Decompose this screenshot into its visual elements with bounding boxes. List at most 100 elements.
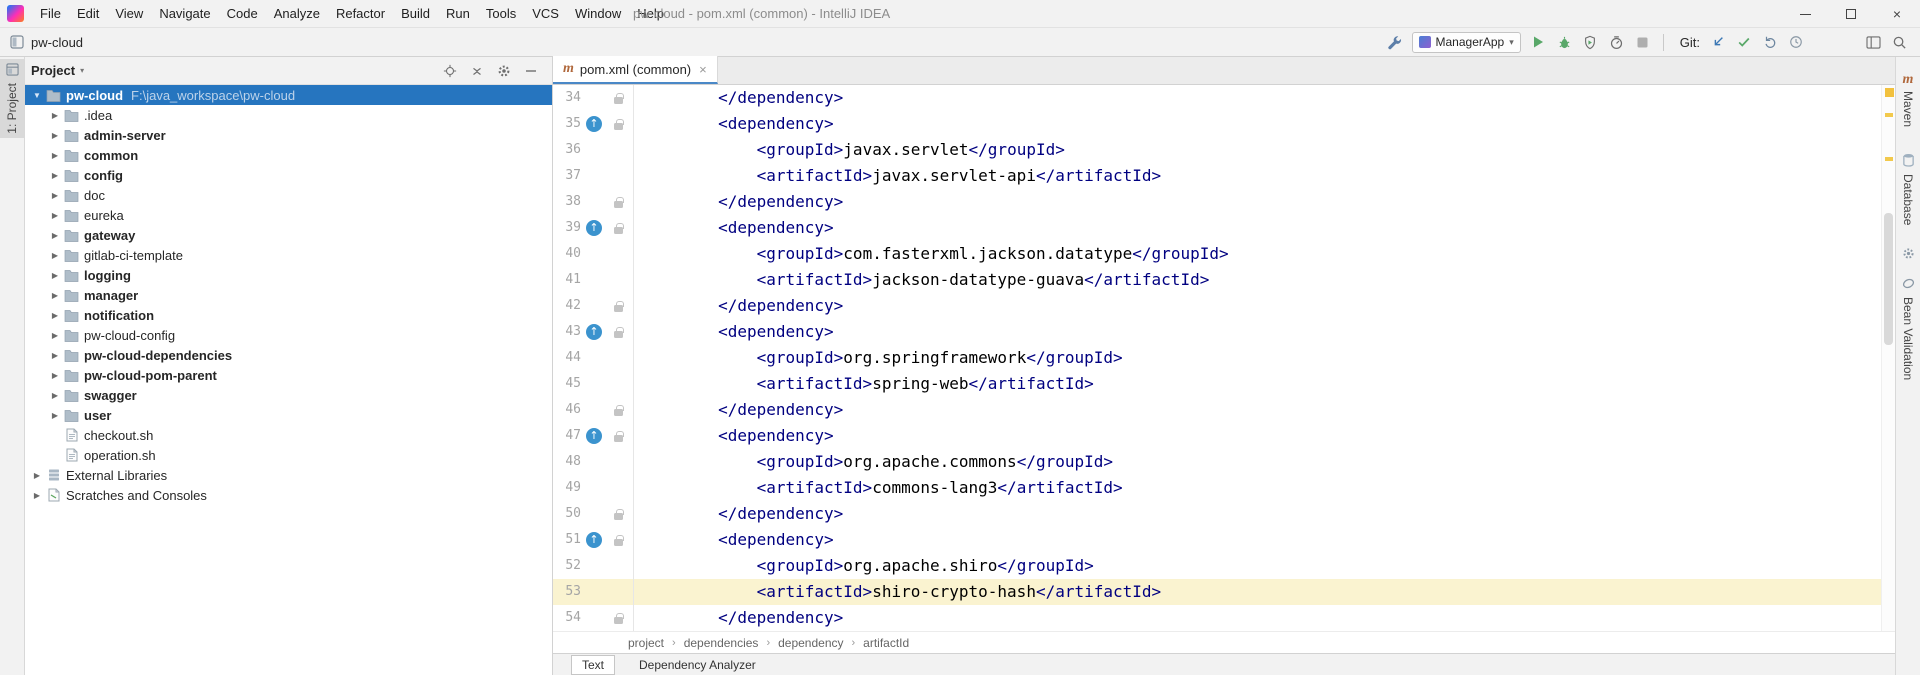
code-line-35[interactable]: 35↑ <dependency> [553, 111, 1881, 137]
tree-item-eureka[interactable]: ▶eureka [25, 205, 552, 225]
chevron-right-icon[interactable]: ▶ [47, 391, 63, 400]
project-panel-title[interactable]: Project [31, 63, 75, 78]
hide-panel-icon[interactable] [523, 63, 538, 78]
menu-vcs[interactable]: VCS [524, 0, 567, 28]
inspection-indicator-icon[interactable] [1885, 88, 1894, 97]
minimize-button[interactable] [1782, 0, 1828, 28]
chevron-right-icon[interactable]: ▶ [47, 351, 63, 360]
chevron-right-icon[interactable]: ▶ [47, 411, 63, 420]
chevron-right-icon[interactable]: ▶ [47, 171, 63, 180]
menu-refactor[interactable]: Refactor [328, 0, 393, 28]
breadcrumb-item-project[interactable]: project [628, 636, 664, 650]
breadcrumb-item-dependency[interactable]: dependency [778, 636, 843, 650]
code-line-47[interactable]: 47↑ <dependency> [553, 423, 1881, 449]
code-line-51[interactable]: 51↑ <dependency> [553, 527, 1881, 553]
run-button[interactable] [1530, 34, 1547, 51]
chevron-down-icon[interactable]: ▼ [29, 91, 45, 100]
maven-dependency-gutter-icon[interactable]: ↑ [586, 220, 602, 236]
editor-tab-pom-xml[interactable]: m pom.xml (common) × [553, 56, 718, 84]
chevron-down-icon[interactable]: ▾ [80, 66, 84, 75]
warning-stripe-mark[interactable] [1885, 113, 1893, 117]
wrench-icon[interactable] [1386, 34, 1403, 51]
maven-dependency-gutter-icon[interactable]: ↑ [586, 324, 602, 340]
tab-close-icon[interactable]: × [699, 62, 707, 77]
code-line-44[interactable]: 44 <groupId>org.springframework</groupId… [553, 345, 1881, 371]
tree-item-notification[interactable]: ▶notification [25, 305, 552, 325]
maven-dependency-gutter-icon[interactable]: ↑ [586, 428, 602, 444]
tree-item-operation-sh[interactable]: operation.sh [25, 445, 552, 465]
code-line-46[interactable]: 46 </dependency> [553, 397, 1881, 423]
tree-item-manager[interactable]: ▶manager [25, 285, 552, 305]
code-line-34[interactable]: 34 </dependency> [553, 85, 1881, 111]
warning-stripe-mark[interactable] [1885, 157, 1893, 161]
layout-button[interactable] [1865, 34, 1882, 51]
menu-file[interactable]: File [32, 0, 69, 28]
menu-build[interactable]: Build [393, 0, 438, 28]
code-line-41[interactable]: 41 <artifactId>jackson-datatype-guava</a… [553, 267, 1881, 293]
tree-item-admin-server[interactable]: ▶admin-server [25, 125, 552, 145]
locate-file-icon[interactable] [442, 63, 457, 78]
code-line-52[interactable]: 52 <groupId>org.apache.shiro</groupId> [553, 553, 1881, 579]
code-line-48[interactable]: 48 <groupId>org.apache.commons</groupId> [553, 449, 1881, 475]
project-widget-icon[interactable] [8, 34, 25, 51]
tree-item-pw-cloud-dependencies[interactable]: ▶pw-cloud-dependencies [25, 345, 552, 365]
scrollbar-thumb[interactable] [1884, 213, 1893, 345]
bottom-tab-text[interactable]: Text [571, 655, 615, 675]
menu-view[interactable]: View [107, 0, 151, 28]
run-configuration-select[interactable]: ManagerApp ▾ [1412, 32, 1521, 53]
code-line-42[interactable]: 42 </dependency> [553, 293, 1881, 319]
tree-item-gitlab-ci-template[interactable]: ▶gitlab-ci-template [25, 245, 552, 265]
code-line-49[interactable]: 49 <artifactId>commons-lang3</artifactId… [553, 475, 1881, 501]
git-rollback-button[interactable] [1761, 34, 1778, 51]
bottom-tab-dependency-analyzer[interactable]: Dependency Analyzer [629, 656, 766, 674]
code-line-50[interactable]: 50 </dependency> [553, 501, 1881, 527]
chevron-right-icon[interactable]: ▶ [47, 111, 63, 120]
chevron-right-icon[interactable]: ▶ [47, 151, 63, 160]
code-line-53[interactable]: 53 <artifactId>shiro-crypto-hash</artifa… [553, 579, 1881, 605]
tree-item-doc[interactable]: ▶doc [25, 185, 552, 205]
breadcrumb-item-dependencies[interactable]: dependencies [684, 636, 759, 650]
maven-dependency-gutter-icon[interactable]: ↑ [586, 116, 602, 132]
chevron-right-icon[interactable]: ▶ [47, 131, 63, 140]
code-line-45[interactable]: 45 <artifactId>spring-web</artifactId> [553, 371, 1881, 397]
chevron-right-icon[interactable]: ▶ [47, 231, 63, 240]
menu-edit[interactable]: Edit [69, 0, 107, 28]
menu-analyze[interactable]: Analyze [266, 0, 328, 28]
breadcrumb-item-artifactId[interactable]: artifactId [863, 636, 909, 650]
tree-item-pw-cloud-config[interactable]: ▶pw-cloud-config [25, 325, 552, 345]
tree-item-pw-cloud-pom-parent[interactable]: ▶pw-cloud-pom-parent [25, 365, 552, 385]
git-update-button[interactable] [1709, 34, 1726, 51]
tree-item-checkout-sh[interactable]: checkout.sh [25, 425, 552, 445]
tree-item--idea[interactable]: ▶.idea [25, 105, 552, 125]
chevron-right-icon[interactable]: ▶ [47, 191, 63, 200]
maven-dependency-gutter-icon[interactable]: ↑ [586, 532, 602, 548]
code-line-36[interactable]: 36 <groupId>javax.servlet</groupId> [553, 137, 1881, 163]
tree-item-pw-cloud[interactable]: ▼pw-cloudF:\java_workspace\pw-cloud [25, 85, 552, 105]
gear-icon[interactable] [496, 63, 511, 78]
code-line-40[interactable]: 40 <groupId>com.fasterxml.jackson.dataty… [553, 241, 1881, 267]
tree-item-external-libraries[interactable]: ▶External Libraries [25, 465, 552, 485]
tree-item-swagger[interactable]: ▶swagger [25, 385, 552, 405]
tool-stripe-project-button[interactable]: 1: Project [0, 59, 24, 138]
toolbar-project-name[interactable]: pw-cloud [31, 35, 83, 50]
chevron-right-icon[interactable]: ▶ [29, 471, 45, 480]
chevron-right-icon[interactable]: ▶ [47, 371, 63, 380]
tree-item-config[interactable]: ▶config [25, 165, 552, 185]
tree-item-gateway[interactable]: ▶gateway [25, 225, 552, 245]
menu-navigate[interactable]: Navigate [151, 0, 218, 28]
tree-item-scratches-and-consoles[interactable]: ▶Scratches and Consoles [25, 485, 552, 505]
chevron-right-icon[interactable]: ▶ [47, 311, 63, 320]
collapse-all-icon[interactable] [469, 63, 484, 78]
close-button[interactable]: × [1874, 0, 1920, 28]
tree-item-logging[interactable]: ▶logging [25, 265, 552, 285]
tree-item-user[interactable]: ▶user [25, 405, 552, 425]
code-line-38[interactable]: 38 </dependency> [553, 189, 1881, 215]
code-area[interactable]: 34 </dependency>35↑ <dependency>36 <grou… [553, 85, 1895, 631]
code-line-43[interactable]: 43↑ <dependency> [553, 319, 1881, 345]
debug-button[interactable] [1556, 34, 1573, 51]
profiler-button[interactable] [1608, 34, 1625, 51]
menu-window[interactable]: Window [567, 0, 629, 28]
code-line-39[interactable]: 39↑ <dependency> [553, 215, 1881, 241]
editor-scrollbar[interactable] [1881, 85, 1895, 631]
chevron-right-icon[interactable]: ▶ [47, 271, 63, 280]
